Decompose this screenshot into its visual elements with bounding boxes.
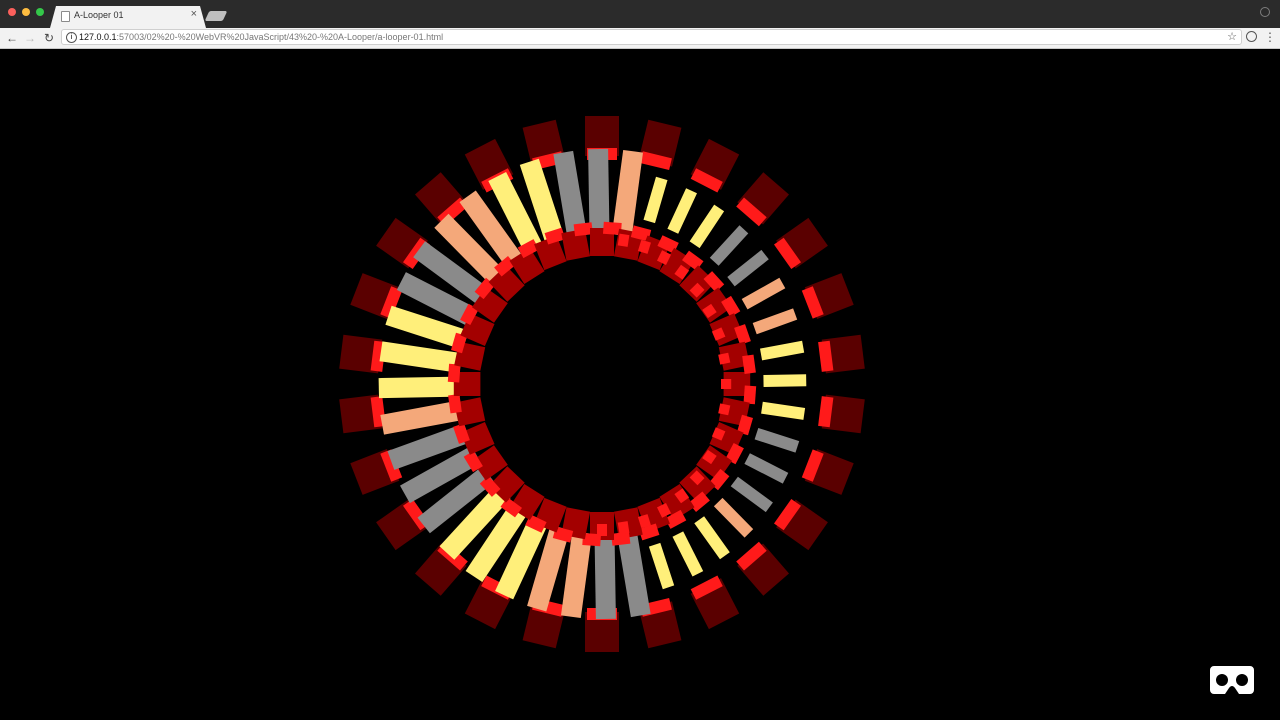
inner-accent: [597, 524, 607, 536]
vr-left-lens: [1216, 674, 1228, 686]
inner-accent: [718, 352, 731, 365]
inner-block-face: [447, 363, 461, 383]
mid-spoke: [709, 225, 749, 266]
mid-spoke: [667, 188, 697, 234]
browser-toolbar: ← → ↻ i 127.0.0.1:57003/02%20-%20WebVR%2…: [0, 28, 1280, 49]
new-tab-button[interactable]: [204, 11, 228, 21]
tab-strip: A-Looper 01 ×: [0, 0, 1280, 28]
enter-vr-button[interactable]: [1208, 664, 1256, 696]
mid-spoke: [689, 204, 725, 249]
address-bar[interactable]: i 127.0.0.1:57003/02%20-%20WebVR%20JavaS…: [61, 29, 1242, 45]
page-favicon-icon: [61, 11, 70, 22]
browser-window: A-Looper 01 × ← → ↻ i 127.0.0.1:57003/02…: [0, 0, 1280, 720]
back-button[interactable]: ←: [5, 31, 19, 45]
webvr-canvas[interactable]: [0, 49, 1280, 720]
mid-spoke: [648, 542, 675, 590]
mid-spoke: [763, 374, 807, 387]
close-window-button[interactable]: [8, 8, 16, 16]
mid-spoke: [744, 453, 789, 484]
inner-block-face: [743, 385, 757, 405]
tab-title: A-Looper 01: [74, 10, 124, 20]
inner-block-face: [742, 354, 756, 374]
mid-spoke: [713, 497, 754, 538]
mid-spoke: [694, 516, 730, 560]
inner-block-face: [448, 394, 462, 414]
mid-spoke: [752, 308, 798, 335]
url-path: :57003/02%20-%20WebVR%20JavaScript/43%20…: [116, 32, 444, 42]
mid-spoke: [741, 277, 786, 310]
forward-button[interactable]: →: [23, 31, 37, 45]
mid-spoke: [727, 249, 769, 287]
profile-icon[interactable]: [1260, 7, 1270, 17]
browser-menu-icon[interactable]: ⋮: [1264, 30, 1276, 44]
bookmark-star-icon[interactable]: ☆: [1227, 30, 1237, 43]
url-text[interactable]: 127.0.0.1:57003/02%20-%20WebVR%20JavaScr…: [79, 32, 443, 42]
mid-spoke: [588, 148, 610, 235]
mid-spoke: [761, 401, 806, 420]
inner-accent: [617, 521, 630, 535]
mid-spoke: [754, 428, 800, 453]
inner-accent: [718, 403, 731, 416]
mid-spoke: [643, 176, 668, 224]
inner-accent: [721, 379, 732, 389]
inner-accent: [617, 233, 630, 247]
reload-button[interactable]: ↻: [42, 31, 56, 45]
info-icon[interactable]: i: [66, 32, 77, 43]
inner-block-face: [734, 324, 751, 345]
mid-spoke: [730, 476, 773, 513]
url-host: 127.0.0.1: [79, 32, 117, 42]
extension-icon[interactable]: [1246, 31, 1257, 42]
vr-right-lens: [1236, 674, 1248, 686]
mid-spoke: [594, 533, 616, 620]
tab-close-icon[interactable]: ×: [191, 9, 197, 20]
mid-spoke: [672, 531, 704, 577]
looper-scene: [339, 116, 865, 652]
minimize-window-button[interactable]: [22, 8, 30, 16]
tab-a-looper[interactable]: A-Looper 01 ×: [50, 6, 206, 28]
maximize-window-button[interactable]: [36, 8, 44, 16]
mid-spoke: [760, 340, 805, 361]
mid-spoke: [378, 376, 460, 399]
